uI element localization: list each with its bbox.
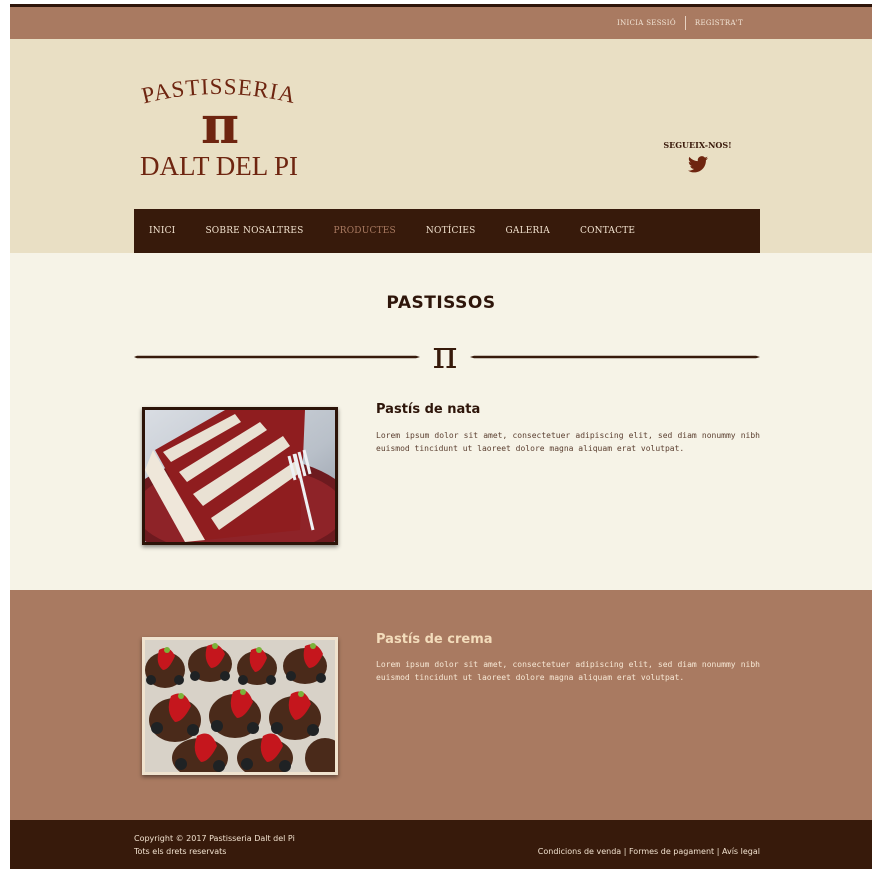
products-section-alt: Pastís de crema Lorem ipsum dolor sit am…	[10, 590, 872, 820]
social-block: SEGUEIX-NOS!	[655, 140, 740, 177]
logo-line2: DALT DEL PI	[140, 151, 298, 181]
nav-item-productes[interactable]: PRODUCTES	[333, 226, 395, 236]
logo-pi-symbol: π	[201, 95, 239, 156]
page: INICIA SESSIÓ REGISTRA'T PASTISSERIA π D…	[10, 0, 872, 869]
nav-item-contacte[interactable]: CONTACTE	[580, 226, 635, 236]
main-nav: INICI SOBRE NOSALTRES PRODUCTES NOTÍCIES…	[134, 209, 760, 253]
footer-copyright-block: Copyright © 2017 Pastisseria Dalt del Pi…	[134, 832, 295, 858]
red-velvet-cake-photo[interactable]	[142, 407, 338, 545]
footer-legal-links[interactable]: Condicions de venda | Formes de pagament…	[538, 847, 760, 856]
rights-text: Tots els drets reservats	[134, 847, 227, 856]
copyright-text: Copyright © 2017 Pastisseria Dalt del Pi	[134, 834, 295, 843]
strawberry-tartlets-photo[interactable]	[142, 637, 338, 775]
product-description: Lorem ipsum dolor sit amet, consectetuer…	[376, 660, 760, 682]
site-logo[interactable]: PASTISSERIA π DALT DEL PI	[134, 73, 304, 183]
product-title: Pastís de crema	[376, 632, 493, 647]
header: PASTISSERIA π DALT DEL PI SEGUEIX-NOS! I…	[10, 39, 872, 253]
divider-pi-symbol: π	[433, 337, 458, 377]
product-title: Pastís de nata	[376, 402, 481, 417]
footer: Copyright © 2017 Pastisseria Dalt del Pi…	[10, 820, 872, 869]
nav-item-inici[interactable]: INICI	[149, 226, 175, 236]
register-link[interactable]: REGISTRA'T	[686, 19, 752, 27]
account-links: INICIA SESSIÓ REGISTRA'T	[608, 7, 752, 39]
products-section: PASTISSOS π Pastís de nata Lorem ipsum d…	[10, 253, 872, 590]
section-title: PASTISSOS	[386, 293, 496, 313]
login-link[interactable]: INICIA SESSIÓ	[608, 19, 685, 27]
nav-item-galeria[interactable]: GALERIA	[506, 226, 550, 236]
nav-item-sobre-nosaltres[interactable]: SOBRE NOSALTRES	[205, 226, 303, 236]
twitter-bird-icon[interactable]	[655, 156, 740, 177]
follow-us-label: SEGUEIX-NOS!	[663, 140, 732, 150]
pi-divider: π	[134, 333, 760, 377]
top-bar: INICIA SESSIÓ REGISTRA'T	[10, 7, 872, 39]
nav-item-noticies[interactable]: NOTÍCIES	[426, 226, 476, 236]
product-description: Lorem ipsum dolor sit amet, consectetuer…	[376, 431, 760, 453]
